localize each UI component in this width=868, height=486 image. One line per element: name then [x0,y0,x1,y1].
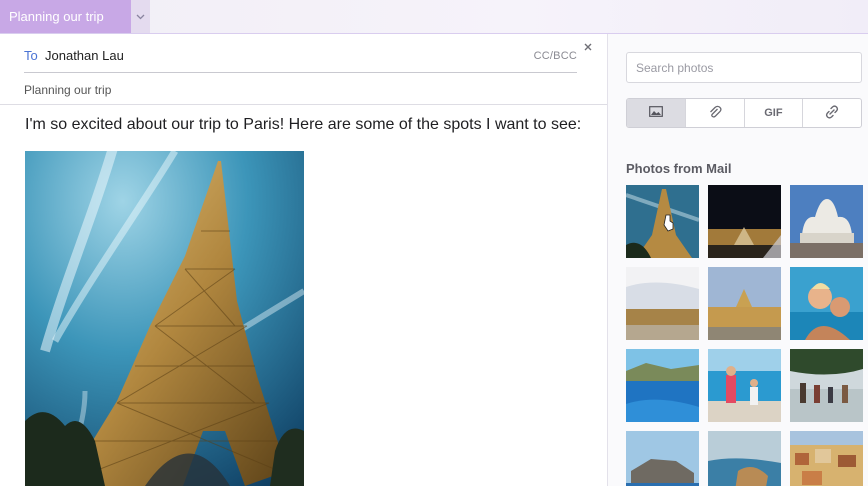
tab-title: Planning our trip [9,9,104,24]
photo-picker-panel: GIF Photos from Mail [608,34,868,486]
link-icon [824,104,840,122]
thumb-louvre-night[interactable] [708,185,781,258]
attachment-toolbar: GIF [626,98,862,128]
cc-bcc-button[interactable]: CC/BCC [534,50,577,62]
tab-planning-our-trip[interactable]: Planning our trip [0,0,131,33]
message-body-text[interactable]: I'm so excited about our trip to Paris! … [25,116,581,134]
recipient-value[interactable]: Jonathan Lau [45,48,124,63]
gif-tab[interactable]: GIF [745,99,804,127]
thumb-coastal-cove[interactable] [626,349,699,422]
thumb-family-shore[interactable] [790,349,863,422]
thumb-versailles-gate[interactable] [626,267,699,340]
gif-label: GIF [764,107,783,119]
to-field[interactable]: To Jonathan Lau CC/BCC [24,46,577,73]
links-tab[interactable] [803,99,861,127]
chevron-down-icon[interactable] [131,0,150,33]
section-title: Photos from Mail [626,161,732,176]
tab-bar: Planning our trip [0,0,868,34]
thumb-sacre-coeur[interactable] [790,185,863,258]
photos-tab[interactable] [627,99,686,127]
attachments-tab[interactable] [686,99,745,127]
subject-field[interactable]: Planning our trip [24,83,111,97]
thumb-hill-town[interactable] [790,431,863,486]
thumb-rocky-bay[interactable] [708,431,781,486]
paperclip-icon [708,105,722,122]
to-label: To [24,48,38,63]
thumb-couple-beach[interactable] [790,267,863,340]
photo-icon [648,106,663,120]
close-icon[interactable] [583,39,595,51]
thumb-cliff-sea[interactable] [626,431,699,486]
compose-panel: To Jonathan Lau CC/BCC Planning our trip… [0,34,607,486]
divider [0,104,607,105]
thumb-versailles-palace[interactable] [708,267,781,340]
thumb-kids-beach[interactable] [708,349,781,422]
eiffel-tower-photo[interactable] [25,151,304,486]
thumb-eiffel-tower[interactable] [626,185,699,258]
search-photos-input[interactable] [626,52,862,83]
